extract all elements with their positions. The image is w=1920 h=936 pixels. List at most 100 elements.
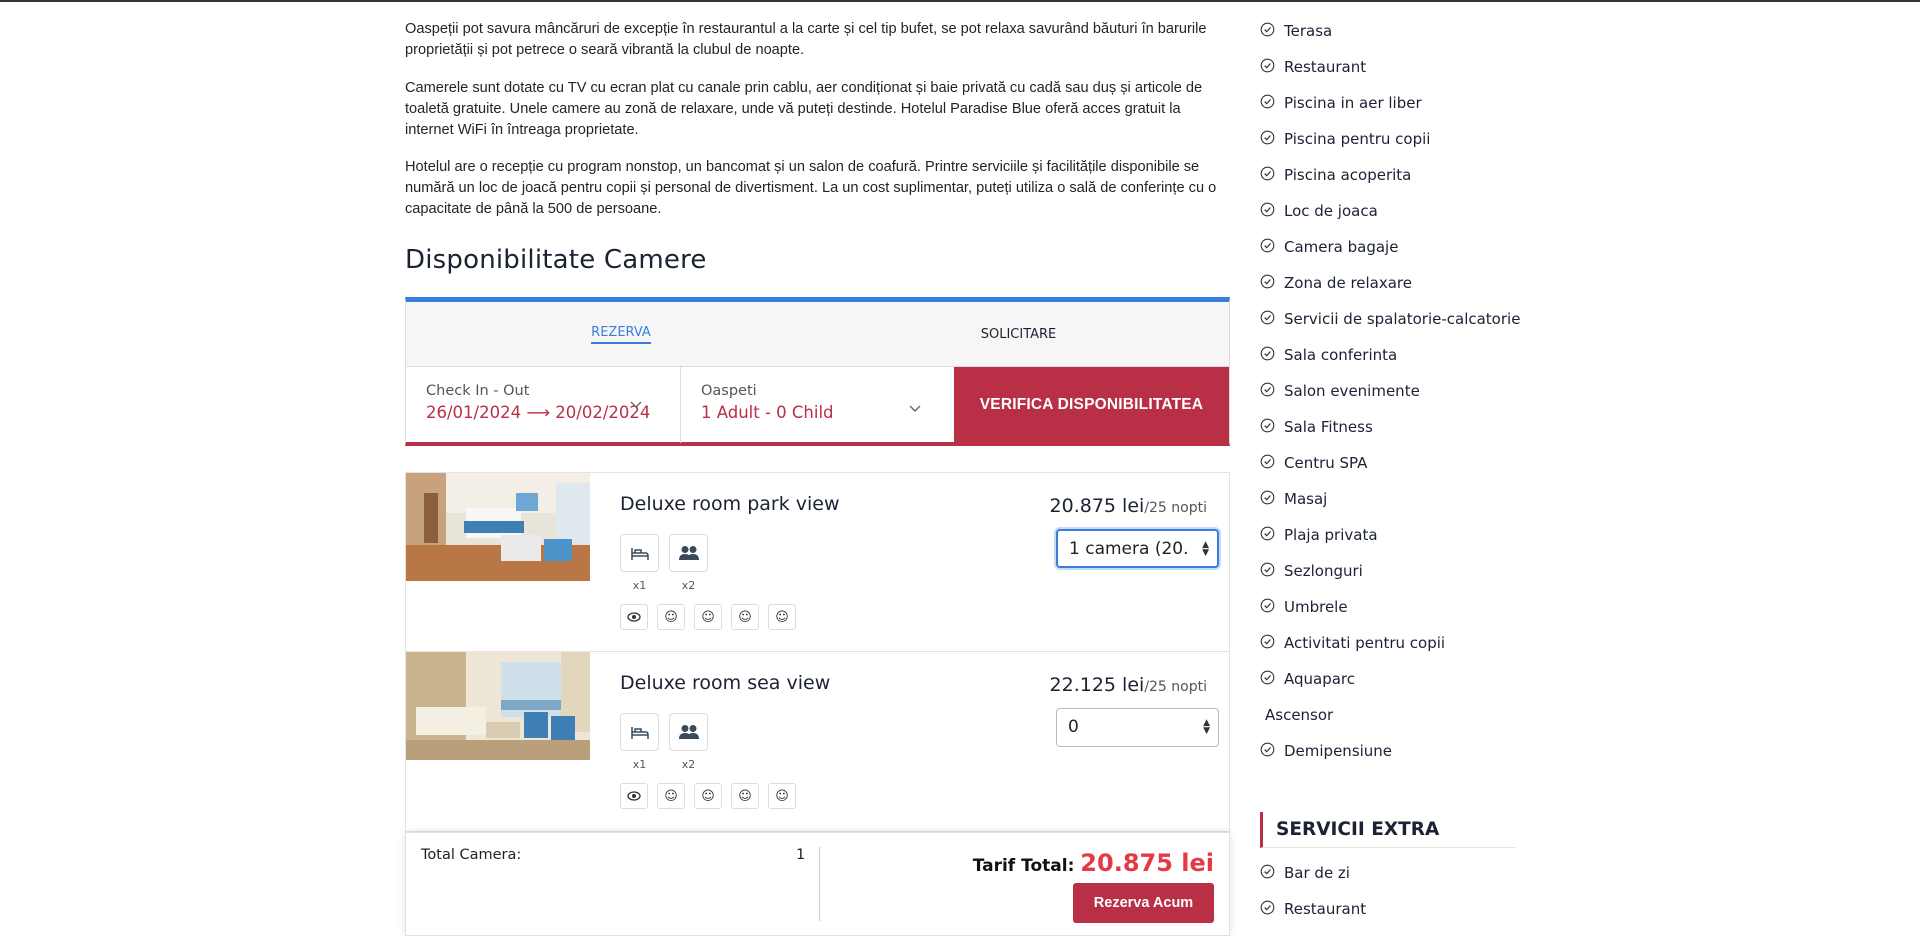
facility-item: Restaurant [1260,56,1366,78]
beds-count: x1 [632,579,647,592]
facility-item: Centru SPA [1260,452,1367,474]
book-now-button[interactable]: Rezerva Acum [1073,883,1214,923]
room-quantity-select[interactable]: 1 camera (20. ▲ ▼ [1056,529,1219,568]
smiley-icon: ☺ [657,783,685,809]
eye-icon [620,783,648,809]
facility-label: Sala conferinta [1284,346,1398,364]
bed-icon [620,534,659,572]
smiley-icon: ☺ [731,604,759,630]
smiley-icon: ☺ [768,604,796,630]
verify-availability-button[interactable]: VERIFICA DISPONIBILITATEA [954,367,1229,443]
facility-label: Loc de joaca [1284,202,1378,220]
chevron-down-icon [630,397,642,413]
total-rooms-label: Total Camera: [421,847,522,863]
availability-title: Disponibilitate Camere [405,245,707,275]
check-circle-icon [1260,274,1282,293]
room-photo[interactable] [406,652,590,760]
bed-icon [620,713,659,751]
smiley-icon: ☺ [657,604,685,630]
facility-item: Sezlonguri [1260,560,1363,582]
facility-item: Loc de joaca [1260,200,1378,222]
facility-label: Demipensiune [1284,742,1393,760]
room-price-value: 22.125 lei [1049,674,1145,696]
room-name: Deluxe room sea view [620,672,831,694]
facility-label: Piscina acoperita [1284,166,1412,184]
check-circle-icon [1260,864,1282,883]
check-circle-icon [1260,382,1282,401]
facility-item: Servicii de spalatorie-calcatorie [1260,308,1520,330]
check-circle-icon [1260,58,1282,77]
room-card: Deluxe room park view 20.875 lei/25 nopt… [405,472,1230,652]
facility-item: Terasa [1260,20,1332,42]
tab-rezerva-label: REZERVA [591,325,651,344]
check-circle-icon [1260,94,1282,113]
facility-label: Umbrele [1284,598,1348,616]
facility-label: Activitati pentru copii [1284,634,1446,652]
smiley-icon: ☺ [694,604,722,630]
booking-summary: Total Camera: 1 Tarif Total: 20.875 lei … [405,832,1230,936]
check-circle-icon [1260,130,1282,149]
extra-service-item: Bar de zi [1260,862,1350,884]
chevron-down-icon [909,401,921,417]
room-price: 20.875 lei/25 nopti [1050,495,1207,517]
beds-count: x1 [632,758,647,771]
extra-service-item: Restaurant [1260,898,1366,920]
facility-label: Masaj [1284,490,1328,508]
facility-label: Servicii de spalatorie-calcatorie [1284,310,1521,328]
check-circle-icon [1260,490,1282,509]
extra-services-title: SERVICII EXTRA [1260,812,1516,848]
extra-service-label: Bar de zi [1284,864,1350,882]
tab-rezerva[interactable]: REZERVA [406,302,836,367]
room-card: Deluxe room sea view 22.125 lei/25 nopti… [405,652,1230,832]
total-price-label: Tarif Total: [972,856,1075,876]
facility-item: Ascensor [1265,704,1333,726]
facility-item: Camera bagaje [1260,236,1398,258]
extra-service-label: Restaurant [1284,900,1367,918]
facility-item: Aquaparc [1260,668,1355,690]
facility-item: Sala Fitness [1260,416,1373,438]
room-price: 22.125 lei/25 nopti [1050,674,1207,696]
check-circle-icon [1260,562,1282,581]
facility-label: Salon evenimente [1284,382,1420,400]
booking-tabs: REZERVA SOLICITARE [405,297,1230,367]
total-price-value: 20.875 lei [1080,849,1214,877]
guests-selector[interactable]: Oaspeti 1 Adult - 0 Child [681,367,956,443]
check-circle-icon [1260,526,1282,545]
facility-label: Sezlonguri [1284,562,1363,580]
check-circle-icon [1260,418,1282,437]
check-circle-icon [1260,310,1282,329]
facility-label: Terasa [1284,22,1333,40]
room-name: Deluxe room park view [620,493,840,515]
description-paragraph-2: Camerele sunt dotate cu TV cu ecran plat… [405,80,1203,138]
date-range-picker[interactable]: Check In - Out 26/01/2024 ⟶ 20/02/2024 [406,367,681,443]
facility-label: Plaja privata [1284,526,1378,544]
room-price-period: /25 nopti [1144,679,1207,695]
check-circle-icon [1260,238,1282,257]
persons-count: x2 [681,579,696,592]
facility-label: Centru SPA [1284,454,1368,472]
room-quantity-select[interactable]: 0 ▲ ▼ [1056,708,1219,747]
people-icon [669,713,708,751]
guests-value: 1 Adult - 0 Child [701,403,834,422]
room-photo[interactable] [406,473,590,581]
facility-label: Aquaparc [1284,670,1356,688]
check-circle-icon [1260,598,1282,617]
facility-label: Restaurant [1284,58,1367,76]
smiley-icon: ☺ [731,783,759,809]
tab-solicitare[interactable]: SOLICITARE [806,302,1231,367]
check-circle-icon [1260,22,1282,41]
date-arrow-icon: ⟶ [526,403,551,422]
facility-item: Demipensiune [1260,740,1392,762]
facility-label: Zona de relaxare [1284,274,1412,292]
facility-item: Umbrele [1260,596,1348,618]
guests-label: Oaspeti [701,383,757,399]
facility-item: Activitati pentru copii [1260,632,1445,654]
top-border [0,0,1920,2]
facility-label: Sala Fitness [1284,418,1373,436]
check-circle-icon [1260,346,1282,365]
facility-item: Plaja privata [1260,524,1378,546]
smiley-icon: ☺ [768,783,796,809]
description-paragraph-3: Hotelul are o recepție cu program nonsto… [405,159,1217,217]
facility-item: Piscina acoperita [1260,164,1411,186]
facility-item: Piscina pentru copii [1260,128,1430,150]
